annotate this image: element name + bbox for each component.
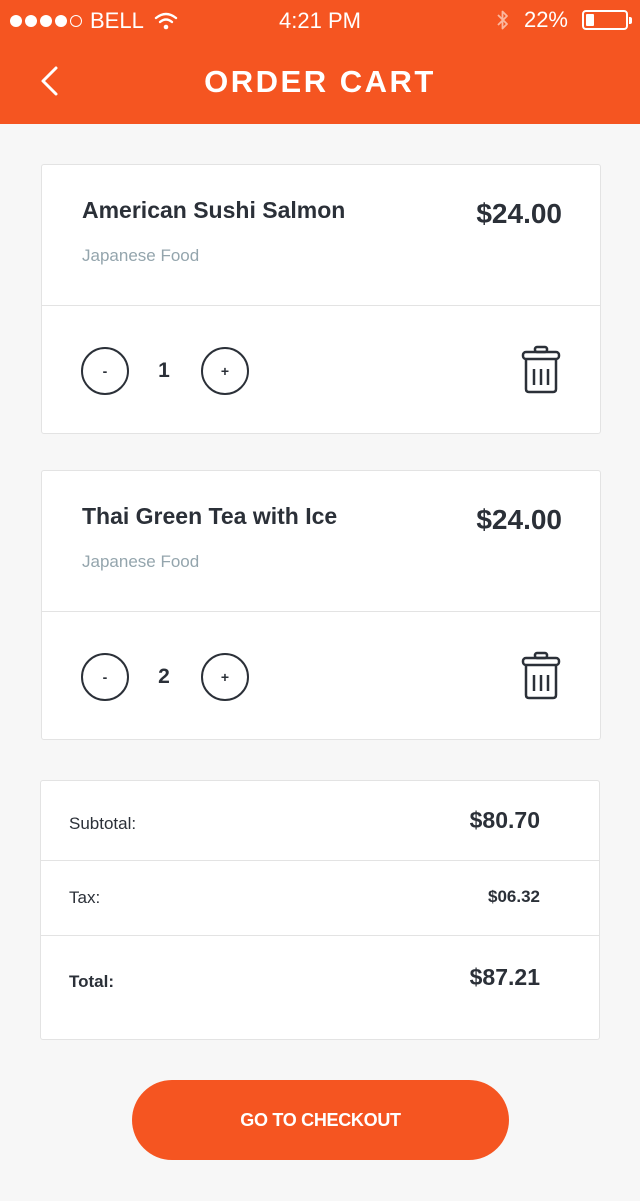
subtotal-label: Subtotal: [69,814,137,833]
item-category: Japanese Food [82,246,200,265]
checkout-button[interactable]: GO TO CHECKOUT [132,1080,509,1160]
battery-percentage: 22% [523,7,568,32]
item-price: $24.00 [476,198,562,229]
divider [42,611,600,612]
item-price: $24.00 [476,504,562,535]
subtotal-value: $80.70 [469,807,540,833]
total-value: $87.21 [469,964,540,990]
tax-label: Tax: [69,888,101,907]
divider [42,305,600,306]
tax-value: $06.32 [488,887,540,906]
bluetooth-icon [497,10,508,30]
battery-icon [582,10,632,30]
status-bar: BELL 4:21 PM 22% [0,0,640,40]
quantity-value: 2 [158,665,170,688]
subtotal-row: Subtotal: $80.70 [41,781,599,861]
item-name: American Sushi Salmon [82,197,346,223]
app-header: BELL 4:21 PM 22% ORDER CART [0,0,640,124]
cart-item: Thai Green Tea with Ice Japanese Food $2… [41,470,601,740]
increase-quantity-button[interactable]: + [201,653,249,701]
trash-icon[interactable] [520,345,562,395]
tax-row: Tax: $06.32 [41,861,599,936]
item-name: Thai Green Tea with Ice [82,503,338,529]
total-label: Total: [69,972,115,991]
page-title: ORDER CART [204,64,436,99]
trash-icon[interactable] [520,651,562,701]
item-category: Japanese Food [82,552,200,571]
total-row: Total: $87.21 [41,936,599,1041]
order-summary: Subtotal: $80.70 Tax: $06.32 Total: $87.… [40,780,600,1040]
decrease-quantity-button[interactable]: - [81,653,129,701]
cart-item: American Sushi Salmon Japanese Food $24.… [41,164,601,434]
increase-quantity-button[interactable]: + [201,347,249,395]
decrease-quantity-button[interactable]: - [81,347,129,395]
quantity-value: 1 [158,359,170,382]
